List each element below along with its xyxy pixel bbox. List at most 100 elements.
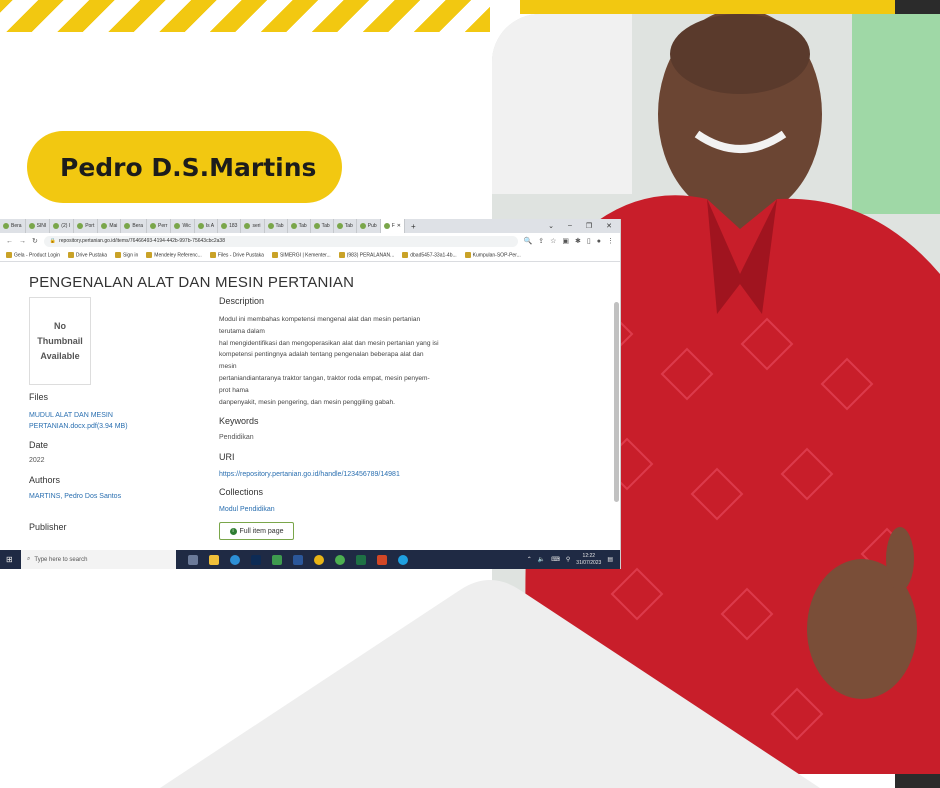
- close-window-icon[interactable]: ✕: [606, 222, 612, 230]
- tab-favicon-icon: [124, 223, 131, 229]
- url-bar[interactable]: 🔒 repository.pertanian.go.id/items/764664…: [43, 235, 518, 247]
- bookmark-icon: [338, 251, 345, 258]
- repository-item-page: PENGENALAN ALAT DAN MESIN PERTANIAN No T…: [0, 262, 620, 540]
- taskbar-search[interactable]: ⌕ Type here to search: [21, 550, 176, 569]
- tab-favicon-icon: [101, 223, 108, 229]
- powerpoint-icon[interactable]: [377, 554, 387, 565]
- bookmark-item[interactable]: Kumpulan-SOP-Per...: [464, 251, 521, 258]
- minimize-icon[interactable]: –: [568, 222, 572, 230]
- back-arrow-icon[interactable]: ←: [6, 238, 13, 245]
- tab-favicon-icon: [383, 223, 390, 229]
- bookmark-item[interactable]: Drive Pustaka: [67, 251, 107, 258]
- bookmark-icon: [464, 251, 471, 258]
- excel-icon[interactable]: [356, 554, 366, 565]
- sidebar-icon[interactable]: ▯: [587, 237, 591, 245]
- menu-icon[interactable]: ⋮: [607, 237, 614, 245]
- photoshop-icon[interactable]: [251, 554, 261, 565]
- bookmark-icon: [271, 251, 278, 258]
- profile-icon[interactable]: ●: [597, 238, 601, 245]
- browser-tab[interactable]: Bera: [0, 219, 26, 233]
- browser-tab[interactable]: (2) I: [50, 219, 75, 233]
- task-view-icon[interactable]: [188, 554, 198, 565]
- page-scrollbar[interactable]: [614, 302, 619, 502]
- bookmark-item[interactable]: dbad5457-33a1-4b...: [402, 251, 457, 258]
- tray-chevron-icon[interactable]: ⌃: [527, 556, 532, 563]
- thumbnail-placeholder: No Thumbnail Available: [29, 297, 91, 385]
- collection-link[interactable]: Modul Pendidikan: [219, 504, 275, 515]
- bookmark-item[interactable]: Gela - Product Login: [6, 251, 60, 258]
- browser-tab-active[interactable]: F ✕: [380, 219, 405, 233]
- description-text: Modul ini membahas kompetensi mengenal a…: [219, 316, 439, 406]
- app-icon[interactable]: [272, 554, 282, 565]
- yellow-accent-bar: [520, 0, 940, 14]
- tab-favicon-icon: [221, 223, 228, 229]
- bookmark-item[interactable]: Sign in: [114, 251, 138, 258]
- edge-icon[interactable]: [230, 554, 240, 565]
- browser-tab[interactable]: Tab: [334, 219, 357, 233]
- files-heading: Files: [29, 392, 49, 402]
- browser-tab[interactable]: Tab: [265, 219, 288, 233]
- taskbar-clock[interactable]: 12:22 31/07/2023: [576, 553, 601, 567]
- browser-tab[interactable]: Perr: [147, 219, 172, 233]
- file-download-link[interactable]: MUDUL ALAT DAN MESIN PERTANIAN.docx.pdf(…: [29, 410, 159, 432]
- full-item-page-button[interactable]: i Full item page: [219, 522, 294, 540]
- tab-favicon-icon: [174, 223, 181, 229]
- maximize-icon[interactable]: ❐: [586, 222, 592, 230]
- search-icon: ⌕: [27, 556, 31, 562]
- address-toolbar: ← → ↻ 🔒 repository.pertanian.go.id/items/…: [0, 233, 620, 249]
- extension-icon[interactable]: ▣: [562, 237, 569, 245]
- chrome-profile-icon[interactable]: [335, 554, 345, 565]
- file-explorer-icon[interactable]: [209, 554, 219, 565]
- browser-tab[interactable]: 183: [218, 219, 242, 233]
- star-icon[interactable]: ☆: [550, 237, 556, 245]
- tab-favicon-icon: [149, 223, 156, 229]
- bookmark-item[interactable]: SIMERGI | Kementer...: [271, 251, 331, 258]
- yellow-stripe-band: [0, 0, 490, 32]
- browser-tab-bar: Bera SINI (2) I Port Mai Bera Perr Wic I…: [0, 219, 620, 233]
- browser-tab[interactable]: Tab: [311, 219, 334, 233]
- browser-tab[interactable]: Tab: [288, 219, 311, 233]
- zoom-icon[interactable]: 🔍: [524, 237, 533, 245]
- tab-favicon-icon: [3, 223, 9, 229]
- windows-start-icon[interactable]: ⊞: [6, 555, 13, 564]
- bookmark-item[interactable]: Files - Drive Pustaka: [209, 251, 264, 258]
- network-icon[interactable]: ⚲: [566, 556, 570, 563]
- browser-tab[interactable]: Is A: [195, 219, 219, 233]
- tab-favicon-icon: [28, 223, 35, 229]
- bookmark-icon: [209, 251, 216, 258]
- browser-tab[interactable]: seri: [241, 219, 265, 233]
- reload-icon[interactable]: ↻: [32, 237, 38, 245]
- browser-tab[interactable]: Pub: [357, 219, 381, 233]
- word-icon[interactable]: [293, 554, 303, 565]
- bookmark-item[interactable]: Mendeley Referenc...: [146, 251, 202, 258]
- browser-tab[interactable]: SINI: [26, 219, 51, 233]
- chevron-down-icon[interactable]: ⌄: [548, 222, 554, 230]
- notification-icon[interactable]: ▤: [607, 556, 613, 563]
- share-icon[interactable]: ⇪: [538, 237, 544, 245]
- lock-icon: 🔒: [49, 238, 57, 244]
- language-icon[interactable]: ⌨: [551, 556, 560, 563]
- tab-favicon-icon: [53, 223, 60, 229]
- edge-browser-icon[interactable]: [398, 554, 408, 565]
- bookmark-item[interactable]: (983) PERALANAN...: [338, 251, 394, 258]
- volume-icon[interactable]: 🔈: [538, 556, 545, 563]
- tab-favicon-icon: [313, 223, 320, 229]
- browser-tab[interactable]: Wic: [171, 219, 195, 233]
- new-tab-icon[interactable]: +: [405, 222, 422, 231]
- windows-taskbar: ⊞ ⌕ Type here to search ⌃ 🔈 ⌨ ⚲ 12:22 31…: [0, 550, 620, 569]
- info-icon: i: [229, 527, 237, 535]
- chrome-icon[interactable]: [314, 554, 324, 565]
- browser-tab[interactable]: Port: [74, 219, 99, 233]
- browser-tab[interactable]: Bera: [121, 219, 147, 233]
- tab-favicon-icon: [267, 223, 274, 229]
- tab-favicon-icon: [359, 223, 366, 229]
- authors-heading: Authors: [29, 475, 61, 485]
- author-link[interactable]: MARTINS, Pedro Dos Santos: [29, 491, 121, 502]
- date-value: 2022: [29, 457, 45, 464]
- close-tab-icon[interactable]: ✕: [397, 223, 401, 229]
- uri-heading: URI: [219, 452, 235, 462]
- forward-arrow-icon[interactable]: →: [19, 238, 26, 245]
- browser-tab[interactable]: Mai: [98, 219, 122, 233]
- uri-link[interactable]: https://repository.pertanian.go.id/handl…: [219, 469, 400, 480]
- puzzle-icon[interactable]: ✱: [575, 237, 581, 245]
